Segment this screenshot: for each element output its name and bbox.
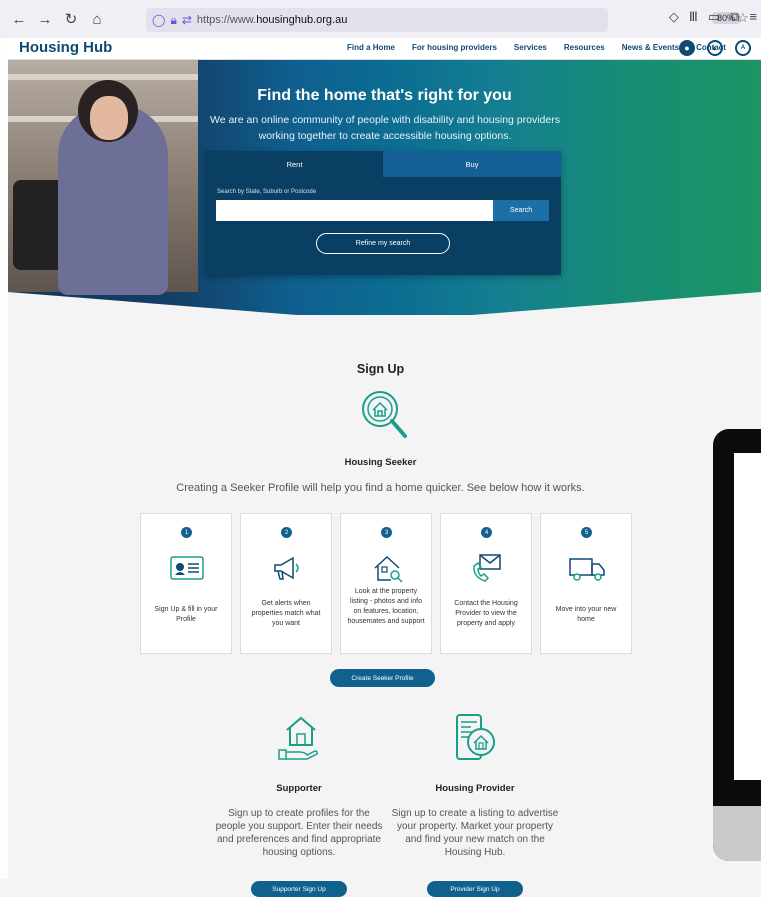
supporter-title: Supporter [276,783,322,794]
signup-heading: Sign Up [356,362,405,376]
step-text: Get alerts when properties match what yo… [251,600,321,627]
lock-icon: 🔒︎ [170,12,177,27]
step-card: 3 Look at the property listing - photos … [340,513,432,654]
hero-subtitle: We are an online community of people wit… [209,114,560,142]
shield-icon: ◯ [152,13,166,27]
address-bar[interactable]: ◯ 🔒︎ ⇄ https://www.housinghub.org.au 80%… [146,8,749,32]
back-arrow-icon[interactable]: ← [8,8,30,30]
house-magnifier-icon [374,555,403,583]
hand-house-icon [278,716,318,760]
location-search-input[interactable] [216,200,493,221]
url-text: https://www.housinghub.org.au [196,14,348,26]
step-number-badge: 4 [481,527,492,538]
step-number-badge: 1 [181,527,192,538]
step-number-badge: 5 [581,527,592,538]
envelope-phone-icon [473,554,501,582]
provider-signup-button[interactable]: Provider Sign Up [427,881,523,897]
overlay-device-frame [713,429,761,861]
provider-title: Housing Provider [435,783,515,794]
nav-services[interactable]: Services [514,43,547,52]
moving-truck-icon [569,558,605,581]
tab-buy[interactable]: Buy [383,151,561,177]
forward-arrow-icon[interactable]: → [34,8,56,30]
main-nav: Find a Home For housing providers Servic… [347,43,726,52]
hero-chevron-edge [8,292,761,315]
reload-icon[interactable]: ↻ [60,8,82,30]
step-card: 4 Contact the Housing Provider to view t… [440,513,532,654]
home-icon[interactable]: ⌂ [86,8,108,30]
provider-section: Housing Provider Sign up to create a lis… [390,712,560,897]
step-card: 1 Sign Up & fill in your Profile [140,513,232,654]
profile-card-icon [170,556,204,580]
refine-search-button[interactable]: Refine my search [316,233,450,254]
extensions-icon[interactable]: ⧉ [730,9,739,25]
supporter-section: Supporter Sign up to create profiles for… [214,712,384,897]
housing-seeker-title: Housing Seeker [344,457,417,468]
provider-description: Sign up to create a listing to advertise… [391,808,559,858]
browser-toolbar: ← → ↻ ⌂ ◯ 🔒︎ ⇄ https://www.housinghub.or… [0,0,761,38]
menu-icon[interactable]: ≡ [749,9,757,25]
nav-resources[interactable]: Resources [564,43,605,52]
steps-list: 1 Sign Up & fill in your Profile 2 Get a… [140,513,632,654]
site-logo[interactable]: Housing Hub [19,39,112,56]
housing-seeker-description: Creating a Seeker Profile will help you … [176,482,585,494]
house-search-icon [362,391,407,438]
user-account-icon[interactable]: ● [679,40,695,56]
step-card: 5 Move into your new home [540,513,632,654]
step-text: Contact the Housing Provider to view the… [454,600,518,627]
step-text: Look at the property listing - photos an… [347,588,425,625]
step-number-badge: 2 [281,527,292,538]
step-number-badge: 3 [381,527,392,538]
step-text: Move into your new home [555,606,617,623]
nav-news-events[interactable]: News & Events [622,43,679,52]
supporter-signup-button[interactable]: Supporter Sign Up [251,881,347,897]
step-card: 2 Get alerts when properties match what … [240,513,332,654]
pocket-icon[interactable]: ◇ [669,9,679,25]
hero-banner: Find the home that's right for you We ar… [8,60,761,315]
create-seeker-profile-button[interactable]: Create Seeker Profile [330,669,435,687]
permissions-icon: ⇄ [181,13,192,27]
property-search-panel: Rent Buy Search by State, Suburb or Post… [206,151,561,275]
site-header: Housing Hub Find a Home For housing prov… [8,38,761,60]
megaphone-icon [274,556,299,580]
library-icon[interactable]: Ⅲ [689,9,698,25]
sidebar-icon[interactable]: ▭ [708,9,720,25]
tab-rent[interactable]: Rent [206,151,383,177]
phone-house-icon [456,714,495,760]
device-screen [734,453,761,780]
search-button[interactable]: Search [493,200,549,221]
text-size-icon[interactable]: ᴬ [735,40,751,56]
contrast-icon[interactable]: ◐ [707,40,723,56]
nav-for-housing-providers[interactable]: For housing providers [412,43,497,52]
device-base [713,806,761,861]
step-text: Sign Up & fill in your Profile [154,606,218,623]
search-label: Search by State, Suburb or Postcode [217,189,317,195]
nav-find-a-home[interactable]: Find a Home [347,43,395,52]
supporter-description: Sign up to create profiles for the peopl… [215,808,383,858]
hero-title: Find the home that's right for you [257,87,512,104]
